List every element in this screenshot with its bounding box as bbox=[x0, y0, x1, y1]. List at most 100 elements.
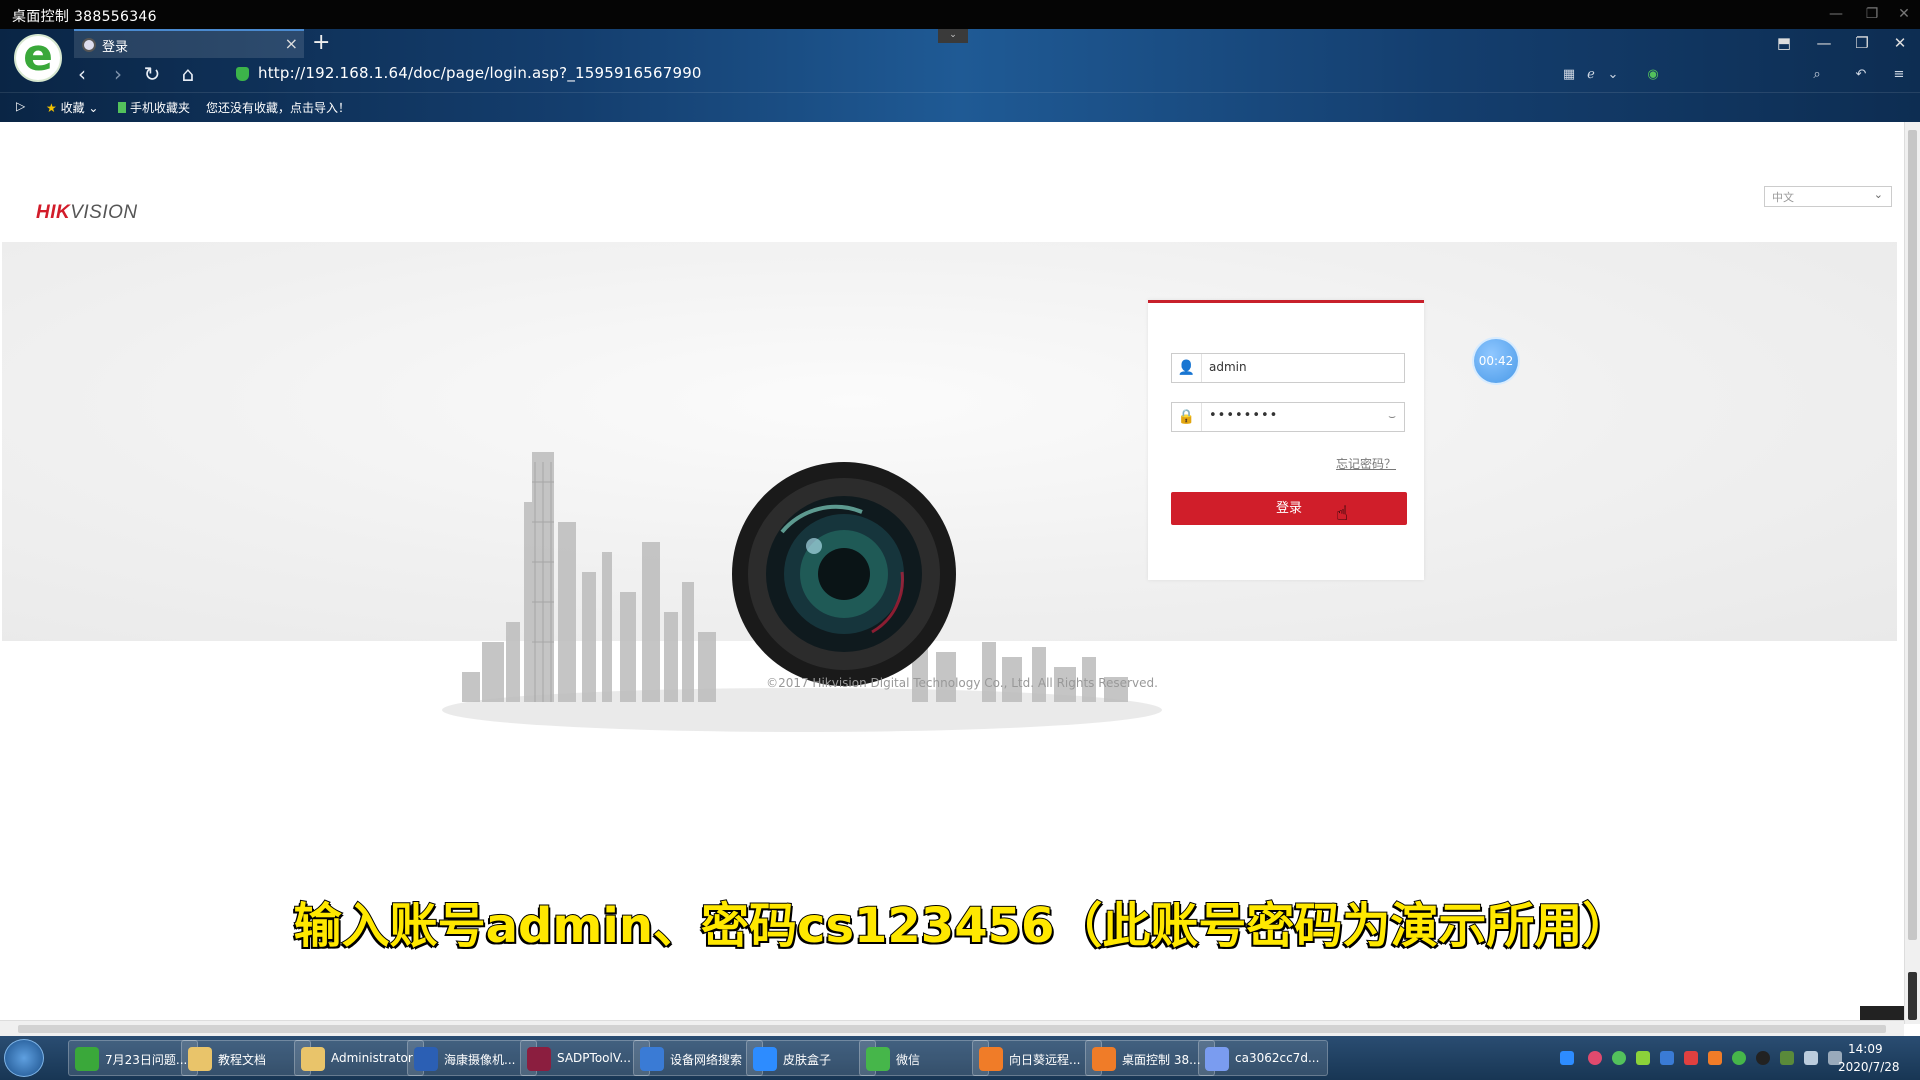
start-button[interactable] bbox=[4, 1039, 44, 1077]
new-tab-icon[interactable]: + bbox=[312, 29, 330, 57]
vertical-scrollbar[interactable] bbox=[1904, 122, 1920, 1024]
username-value: admin bbox=[1209, 360, 1247, 374]
cloud-icon bbox=[1205, 1047, 1229, 1071]
clock-time[interactable]: 14:09 bbox=[1848, 1042, 1883, 1056]
q-icon bbox=[753, 1047, 777, 1071]
browser-chrome: 登录 × + ⌄ ⬒ — ❐ ✕ ‹ › ↻ ⌂ http://192.168.… bbox=[0, 29, 1920, 122]
forgot-password-link[interactable]: 忘记密码？ bbox=[1336, 455, 1396, 472]
qq-tray-icon[interactable] bbox=[1756, 1051, 1770, 1065]
word-icon bbox=[414, 1047, 438, 1071]
page-content: HIKVISION 中文 ⌄ 👤 admin 🔒 •••••••• ⌣ 忘记密码… bbox=[2, 122, 1897, 1024]
horizontal-scroll-thumb[interactable] bbox=[18, 1025, 1886, 1033]
back-icon[interactable]: ‹ bbox=[68, 60, 96, 88]
menu-icon[interactable]: ≡ bbox=[1890, 66, 1908, 84]
navigation-bar: ‹ › ↻ ⌂ http://192.168.1.64/doc/page/log… bbox=[0, 58, 1920, 92]
green-tray-icon[interactable] bbox=[1612, 1051, 1626, 1065]
copyright-text: ©2017 Hikvision Digital Technology Co., … bbox=[766, 676, 1158, 690]
browser-icon bbox=[75, 1047, 99, 1071]
tab-close-icon[interactable]: × bbox=[285, 34, 298, 53]
hikvision-logo: HIKVISION bbox=[36, 202, 138, 223]
extension-icon[interactable]: ◉ bbox=[1644, 66, 1662, 84]
sunflower-icon bbox=[1092, 1047, 1116, 1071]
favorites-bar: ▷ ★ 收藏 ⌄ 手机收藏夹 您还没有收藏，点击导入！ bbox=[0, 92, 1920, 122]
password-value: •••••••• bbox=[1209, 408, 1279, 423]
remote-close-icon[interactable]: ✕ bbox=[1894, 4, 1914, 24]
login-form: 👤 admin 🔒 •••••••• ⌣ 忘记密码？ 登录 bbox=[1148, 300, 1424, 580]
taskbar-item[interactable]: SADPToolV... bbox=[520, 1040, 650, 1076]
taskbar-item[interactable]: 桌面控制 38... bbox=[1085, 1040, 1215, 1076]
taskbar-item[interactable]: 教程文档 bbox=[181, 1040, 311, 1076]
sunflower-tray-icon[interactable] bbox=[1708, 1051, 1722, 1065]
wechat-tray-icon[interactable] bbox=[1732, 1051, 1746, 1065]
horizontal-scrollbar[interactable] bbox=[0, 1020, 1904, 1036]
close-icon[interactable]: ✕ bbox=[1888, 32, 1912, 54]
undo-icon[interactable]: ↶ bbox=[1852, 66, 1870, 84]
remote-minimize-icon[interactable]: — bbox=[1826, 4, 1846, 24]
sidebar-toggle-icon[interactable]: ▷ bbox=[16, 99, 25, 113]
taskbar-item-label: ca3062cc7d... bbox=[1235, 1051, 1320, 1065]
windows-taskbar: 7月23日问题... 教程文档 Administrator 海康摄像机... SADPT… bbox=[0, 1036, 1920, 1080]
secure-shield-icon bbox=[236, 67, 249, 81]
refresh-icon[interactable]: ↻ bbox=[138, 60, 166, 88]
skyline-camera-illustration bbox=[442, 452, 1162, 732]
star-icon: ★ bbox=[46, 101, 57, 115]
flower-tray-icon[interactable] bbox=[1588, 1051, 1602, 1065]
screen: 桌面控制 388556346 — ❐ ✕ 登录 × + ⌄ ⬒ — ❐ ✕ ‹ … bbox=[0, 0, 1920, 1080]
folder-icon bbox=[188, 1047, 212, 1071]
taskbar-item[interactable]: 设备网络搜索 bbox=[633, 1040, 763, 1076]
taskbar-item[interactable]: 向日葵远程... bbox=[972, 1040, 1102, 1076]
network-tray-icon[interactable] bbox=[1780, 1051, 1794, 1065]
taskbar-item[interactable]: ca3062cc7d... bbox=[1198, 1040, 1328, 1076]
favorites-menu[interactable]: ★ 收藏 ⌄ bbox=[46, 99, 98, 116]
restore-icon[interactable]: ❐ bbox=[1850, 32, 1874, 54]
archive-icon bbox=[527, 1047, 551, 1071]
wechat-icon bbox=[866, 1047, 890, 1071]
taskbar-item[interactable]: 海康摄像机... bbox=[407, 1040, 537, 1076]
vertical-scroll-thumb[interactable] bbox=[1908, 130, 1917, 940]
apps-grid-icon[interactable]: ▦ bbox=[1560, 66, 1578, 84]
tab-login[interactable]: 登录 × bbox=[74, 29, 304, 58]
ie-mode-icon[interactable]: ℯ bbox=[1582, 66, 1600, 84]
remote-restore-icon[interactable]: ❐ bbox=[1862, 4, 1882, 24]
volume-icon[interactable] bbox=[1804, 1051, 1818, 1065]
chevron-down-icon: ⌄ bbox=[1873, 188, 1883, 201]
chevron-down-icon[interactable]: ⌄ bbox=[938, 29, 968, 43]
mobile-icon bbox=[118, 102, 126, 113]
forward-icon[interactable]: › bbox=[104, 60, 132, 88]
user-icon: 👤 bbox=[1172, 354, 1202, 382]
timer-badge: 00:42 bbox=[1474, 339, 1518, 383]
url-text[interactable]: http://192.168.1.64/doc/page/login.asp?_… bbox=[258, 64, 702, 82]
home-icon[interactable]: ⌂ bbox=[174, 60, 202, 88]
eye-closed-icon[interactable]: ⌣ bbox=[1388, 409, 1396, 424]
vertical-scroll-marker bbox=[1908, 972, 1917, 1020]
mobile-favorites[interactable]: 手机收藏夹 bbox=[118, 99, 190, 116]
taskbar-item[interactable]: 7月23日问题... bbox=[68, 1040, 198, 1076]
login-banner bbox=[2, 242, 1897, 732]
folder-icon bbox=[301, 1047, 325, 1071]
chevron-down-icon[interactable]: ⌄ bbox=[1604, 66, 1622, 84]
shield-tray-icon[interactable] bbox=[1660, 1051, 1674, 1065]
remote-title: 桌面控制 388556346 bbox=[12, 9, 157, 25]
clock-date[interactable]: 2020/7/28 bbox=[1838, 1060, 1900, 1074]
search-icon[interactable]: ⌕ bbox=[1808, 66, 1826, 84]
hand-cursor-icon: ☝ bbox=[1336, 501, 1349, 525]
username-field[interactable]: 👤 admin bbox=[1171, 353, 1405, 383]
subtitle-caption: 输入账号admin、密码cs123456（此账号密码为演示所用） bbox=[293, 897, 1632, 955]
security-tray-icon[interactable] bbox=[1684, 1051, 1698, 1065]
import-favorites-link[interactable]: 您还没有收藏，点击导入！ bbox=[206, 99, 350, 116]
address-bar[interactable]: http://192.168.1.64/doc/page/login.asp?_… bbox=[232, 61, 1532, 87]
scroll-corner bbox=[1860, 1006, 1904, 1020]
taskbar-item[interactable]: 微信 bbox=[859, 1040, 989, 1076]
minimize-icon[interactable]: — bbox=[1812, 32, 1836, 54]
shirt-icon[interactable]: ⬒ bbox=[1772, 32, 1796, 54]
login-button[interactable]: 登录 bbox=[1171, 492, 1407, 525]
language-select[interactable]: 中文 ⌄ bbox=[1764, 186, 1892, 207]
globe-icon bbox=[640, 1047, 664, 1071]
taskbar-item[interactable]: Administrator bbox=[294, 1040, 424, 1076]
taskbar-item[interactable]: 皮肤盒子 bbox=[746, 1040, 876, 1076]
q-tray-icon[interactable] bbox=[1560, 1051, 1574, 1065]
password-field[interactable]: 🔒 •••••••• ⌣ bbox=[1171, 402, 1405, 432]
plus-tray-icon[interactable] bbox=[1636, 1051, 1650, 1065]
lock-icon: 🔒 bbox=[1172, 403, 1202, 431]
tab-favicon-icon bbox=[82, 38, 96, 52]
